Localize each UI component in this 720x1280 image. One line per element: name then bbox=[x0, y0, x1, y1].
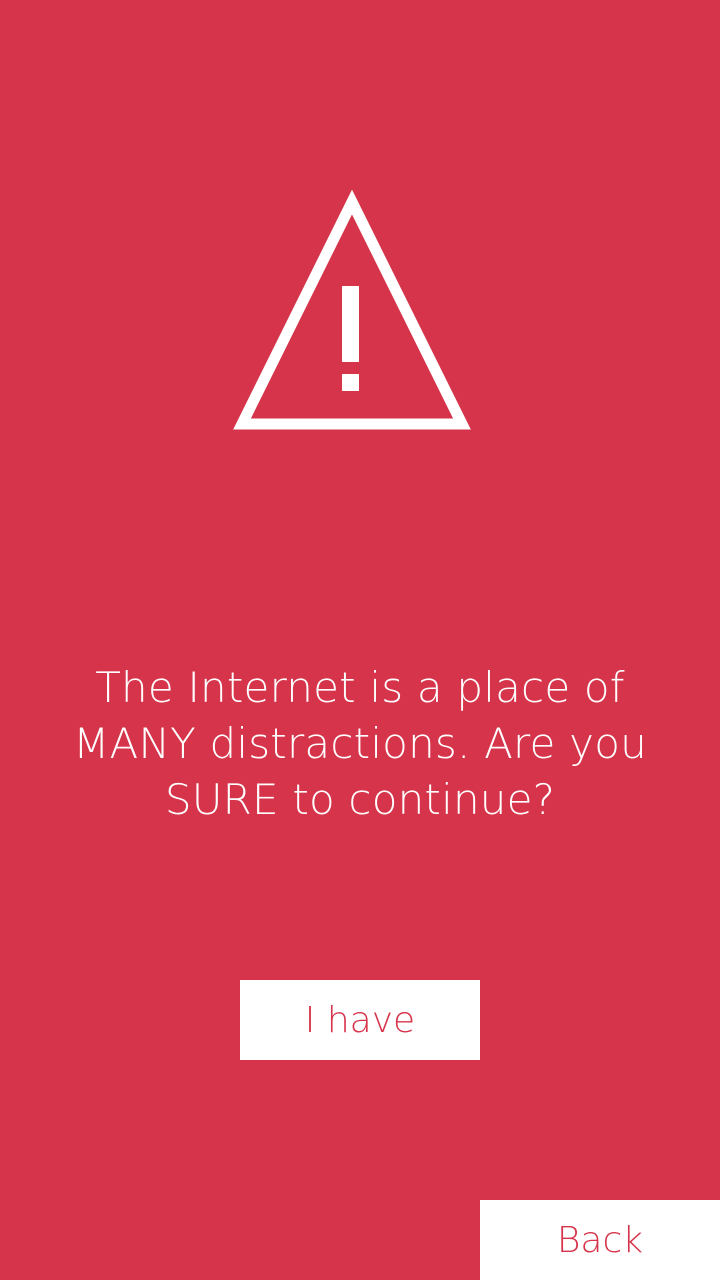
confirm-button-label: I have bbox=[304, 999, 416, 1041]
warning-message: The Internet is a place of MANY distract… bbox=[73, 663, 647, 824]
confirm-button[interactable]: I have bbox=[240, 980, 480, 1060]
back-button-label: Back bbox=[556, 1219, 644, 1261]
warning-triangle-icon bbox=[230, 189, 475, 435]
distraction-warning-screen: The Internet is a place of MANY distract… bbox=[0, 0, 720, 1280]
back-button[interactable]: Back bbox=[480, 1200, 720, 1280]
